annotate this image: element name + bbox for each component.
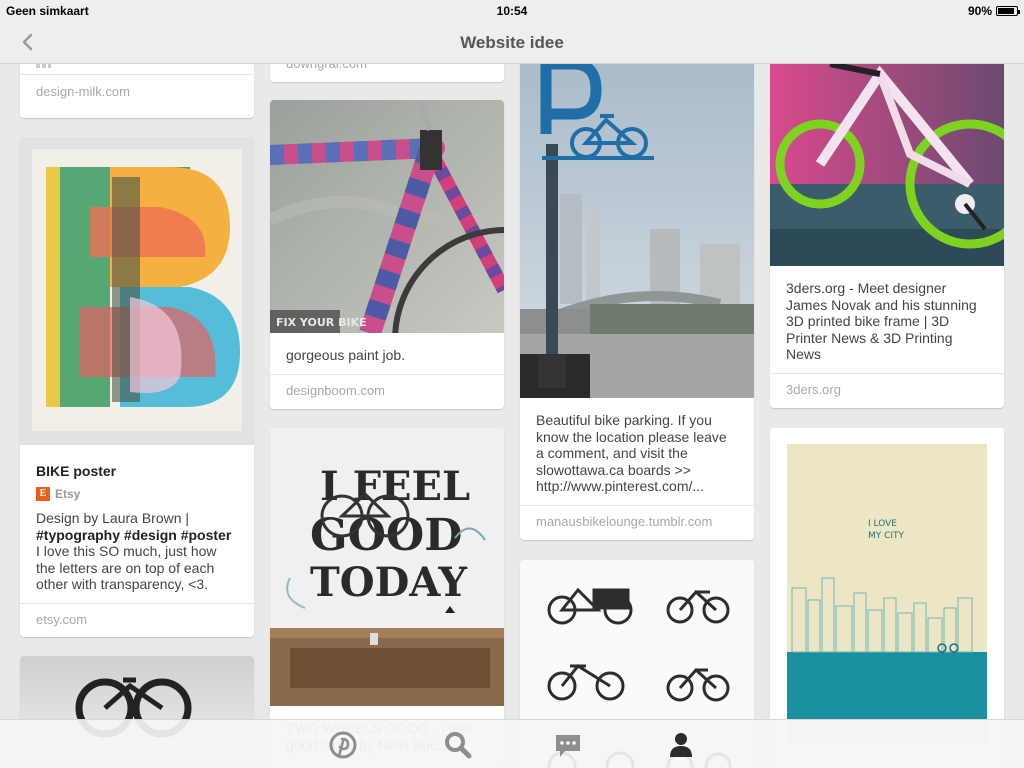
battery-percent: 90% — [967, 4, 992, 18]
desc-suffix: I love this SO much, just how the letter… — [36, 543, 217, 592]
tab-messages[interactable] — [553, 730, 583, 760]
pin-description: gorgeous paint job. — [286, 347, 406, 363]
pin-card-bike-poster[interactable]: BIKE poster E Etsy Design by Laura Brown… — [20, 137, 254, 637]
pin-text: Design by Laura Brown | #typography #des… — [36, 510, 238, 593]
pin-title: BIKE poster — [36, 463, 117, 479]
pin-shop[interactable]: E Etsy — [36, 486, 238, 503]
pin-source[interactable]: etsy.com — [20, 602, 254, 637]
clock: 10:54 — [496, 4, 528, 18]
pin-source[interactable]: 3ders.org — [770, 372, 1004, 407]
pin-card-city-poster[interactable]: I LOVE MY CITY — [770, 428, 1004, 768]
pin-image — [770, 54, 1004, 266]
hashtag-poster[interactable]: #poster — [181, 527, 232, 543]
hashtag-design[interactable]: #design — [124, 527, 177, 543]
image-overlay-text: FIX YOUR BIKE — [276, 316, 367, 329]
pin-source[interactable]: designboom.com — [270, 373, 504, 408]
pin-source[interactable]: manausbikelounge.tumblr.com — [520, 504, 754, 539]
pin-card-novak[interactable]: 3ders.org - Meet designer James Novak an… — [770, 54, 1004, 408]
pin-card-bike-parking[interactable]: Beautiful bike parking. If you know the … — [520, 54, 754, 540]
poster-text: I LOVE — [868, 519, 897, 529]
pin-source[interactable]: design-milk.com — [20, 74, 254, 109]
battery-icon — [996, 6, 1020, 16]
poster-text-2: MY CITY — [868, 531, 905, 541]
image-text-today: TODAY — [310, 559, 467, 606]
pinterest-icon — [329, 731, 357, 759]
status-bar: Geen simkaart 10:54 90% — [0, 0, 1024, 20]
etsy-icon: E — [36, 486, 50, 501]
navigation-bar: Website idee — [0, 20, 1024, 64]
pin-image — [520, 54, 754, 398]
pin-card-feel-good[interactable]: I FEEL GOOD TODAY TWO WHEELS GOOD - I fe… — [270, 428, 504, 768]
person-icon — [670, 733, 692, 757]
pin-description: BIKE poster E Etsy Design by Laura Brown… — [20, 445, 254, 603]
image-text-feel: I FEEL — [320, 463, 470, 510]
pin-image — [20, 137, 254, 445]
pin-card-paint-job[interactable]: FIX YOUR BIKE gorgeous paint job. design… — [270, 100, 504, 409]
battery-indicator: 90% — [967, 4, 1020, 18]
tab-profile[interactable] — [666, 730, 696, 760]
shop-name: Etsy — [55, 486, 81, 501]
pin-description: Beautiful bike parking. If you know the … — [536, 412, 727, 494]
hashtag-typography[interactable]: #typography — [36, 527, 120, 543]
tab-home[interactable] — [328, 730, 358, 760]
tab-search[interactable] — [443, 730, 473, 760]
desc-prefix: Design by Laura Brown | — [36, 510, 190, 526]
pin-image: I FEEL GOOD TODAY — [270, 428, 504, 706]
tab-bar — [0, 719, 1024, 768]
pin-image: I LOVE MY CITY — [770, 428, 1004, 768]
page-title: Website idee — [460, 33, 564, 52]
search-icon — [445, 732, 472, 759]
chat-bubble-icon — [556, 735, 580, 757]
pin-description: 3ders.org - Meet designer James Novak an… — [786, 280, 977, 362]
pin-image: FIX YOUR BIKE — [270, 100, 504, 333]
